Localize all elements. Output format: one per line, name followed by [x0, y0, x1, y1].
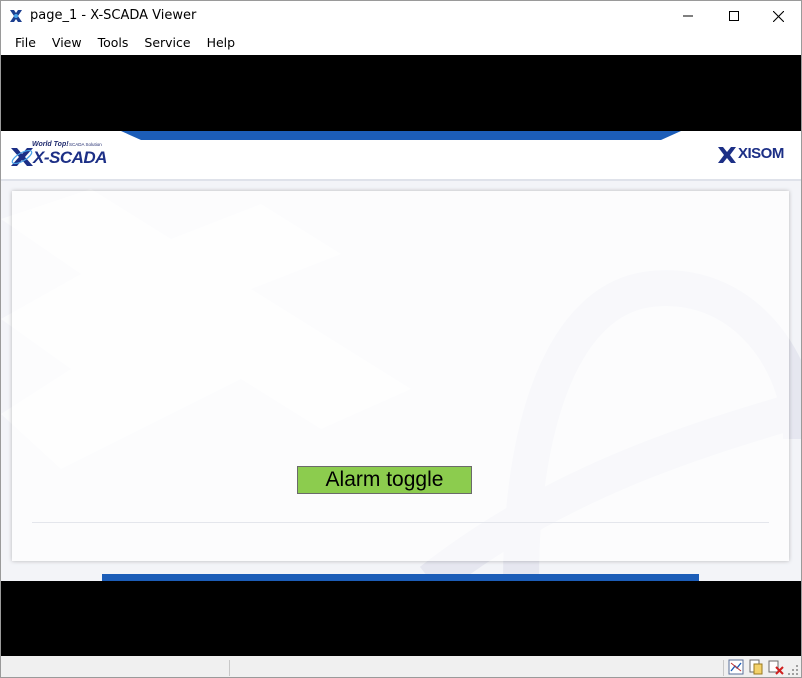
menu-file[interactable]: File — [1, 31, 44, 55]
status-divider — [229, 660, 230, 676]
title-bar[interactable]: page_1 - X-SCADA Viewer — [1, 1, 801, 31]
xisom-logo-mark-icon — [718, 147, 736, 163]
minimize-icon — [683, 15, 693, 17]
panel-divider — [32, 522, 769, 523]
disconnect-icon[interactable] — [768, 659, 784, 675]
close-button[interactable] — [755, 1, 801, 31]
x-scada-app-icon — [10, 10, 22, 22]
resize-grip-icon[interactable] — [787, 664, 799, 676]
header-band: World Top! SCADA Solution X-SCADA XISOM — [1, 131, 801, 181]
xisom-logo: XISOM — [717, 145, 793, 167]
window-title: page_1 - X-SCADA Viewer — [30, 8, 197, 23]
logo-name: X-SCADA — [33, 148, 107, 167]
menu-service[interactable]: Service — [136, 31, 198, 55]
close-icon — [772, 10, 784, 22]
letterbox-bottom — [1, 581, 801, 656]
status-divider — [723, 660, 724, 676]
status-bar — [1, 656, 801, 677]
menu-help[interactable]: Help — [199, 31, 244, 55]
scada-canvas: World Top! SCADA Solution X-SCADA XISOM … — [1, 131, 801, 581]
menu-view[interactable]: View — [44, 31, 90, 55]
xisom-logo-name: XISOM — [738, 145, 784, 162]
app-window: page_1 - X-SCADA Viewer File View Tools … — [0, 0, 802, 678]
content-panel — [12, 191, 789, 561]
network-status-icon[interactable] — [728, 659, 744, 675]
menu-tools[interactable]: Tools — [90, 31, 137, 55]
maximize-icon — [729, 11, 739, 21]
minimize-button[interactable] — [665, 1, 711, 31]
menu-bar: File View Tools Service Help — [1, 31, 801, 55]
page-document-icon[interactable] — [748, 659, 764, 675]
alarm-toggle-button[interactable]: Alarm toggle — [297, 466, 472, 494]
footer-stripe — [102, 574, 699, 581]
maximize-button[interactable] — [711, 1, 757, 31]
letterbox-top — [1, 55, 801, 131]
header-stripe — [121, 131, 681, 140]
x-scada-logo: World Top! SCADA Solution X-SCADA — [9, 140, 119, 170]
logo-subtitle: SCADA Solution — [69, 142, 102, 147]
logo-tagline: World Top! — [32, 141, 69, 148]
